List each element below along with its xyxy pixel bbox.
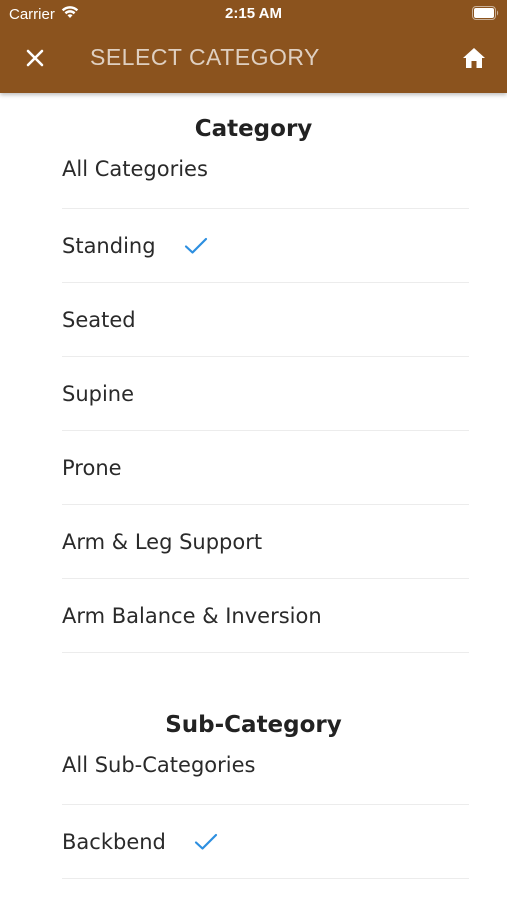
- list-item-label: Arm & Leg Support: [62, 529, 263, 554]
- category-item-standing[interactable]: Standing: [62, 209, 469, 283]
- category-item-arm-balance-inversion[interactable]: Arm Balance & Inversion: [62, 579, 469, 653]
- category-list: All Categories Standing Seated Supine Pr…: [62, 147, 469, 653]
- status-bar: Carrier 2:15 AM: [0, 0, 507, 28]
- checkmark-icon: [194, 833, 218, 851]
- category-item-seated[interactable]: Seated: [62, 283, 469, 357]
- app-header: Carrier 2:15 AM SELECT CATEGORY: [0, 0, 507, 93]
- subcategory-list: All Sub-Categories Backbend: [62, 743, 469, 879]
- close-icon: [25, 48, 45, 72]
- nav-bar: SELECT CATEGORY: [0, 28, 507, 93]
- list-item-label: Backbend: [62, 829, 166, 854]
- list-item-label: Arm Balance & Inversion: [62, 603, 322, 628]
- list-item-label: Prone: [62, 455, 122, 480]
- status-time: 2:15 AM: [225, 5, 282, 22]
- checkmark-icon: [184, 237, 208, 255]
- content-area: Category All Categories Standing Seated …: [0, 93, 507, 900]
- home-icon: [462, 47, 486, 73]
- list-item-label: Standing: [62, 233, 156, 258]
- category-item-supine[interactable]: Supine: [62, 357, 469, 431]
- page-title: SELECT CATEGORY: [90, 44, 320, 70]
- category-item-arm-leg-support[interactable]: Arm & Leg Support: [62, 505, 469, 579]
- subcategory-item-all[interactable]: All Sub-Categories: [62, 743, 469, 805]
- list-item-label: Supine: [62, 381, 135, 406]
- list-item-label: Seated: [62, 307, 136, 332]
- category-item-all[interactable]: All Categories: [62, 147, 469, 209]
- category-item-prone[interactable]: Prone: [62, 431, 469, 505]
- subcategory-item-backbend[interactable]: Backbend: [62, 805, 469, 879]
- battery-icon: [472, 6, 499, 24]
- subcategory-section-title: Sub-Category: [165, 712, 342, 738]
- category-section-title: Category: [194, 116, 313, 142]
- list-item-label: All Categories: [62, 157, 208, 181]
- close-button[interactable]: [16, 41, 54, 79]
- list-item-label: All Sub-Categories: [62, 753, 256, 777]
- home-button[interactable]: [455, 41, 493, 79]
